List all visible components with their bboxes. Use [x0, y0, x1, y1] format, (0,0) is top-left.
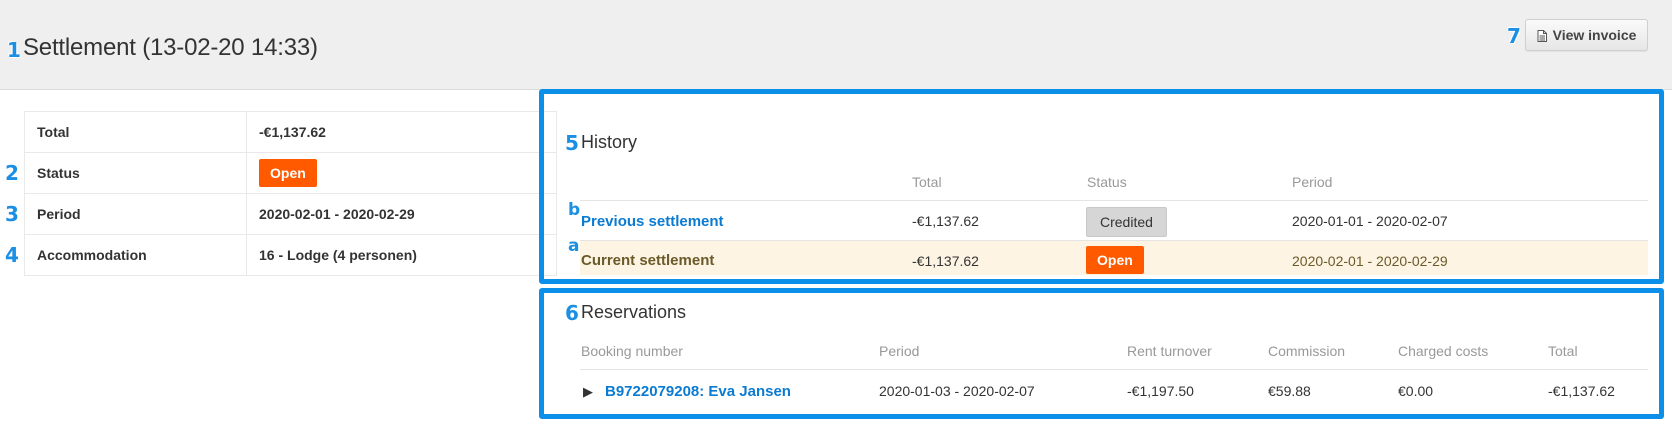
summary-row-total: Total -€1,137.62 — [24, 111, 557, 153]
summary-label-status: Status — [24, 152, 247, 194]
summary-status-cell: Open — [246, 152, 557, 194]
summary-value-accommodation: 16 - Lodge (4 personen) — [246, 234, 557, 276]
document-icon — [1537, 29, 1547, 42]
summary-value-period: 2020-02-01 - 2020-02-29 — [246, 193, 557, 235]
summary-row-accommodation: Accommodation 16 - Lodge (4 personen) — [24, 234, 557, 276]
summary-value-total: -€1,137.62 — [246, 111, 557, 153]
history-highlight-box — [539, 89, 1664, 284]
view-invoice-button[interactable]: View invoice — [1525, 19, 1648, 51]
annotation-marker-2: 2 — [5, 161, 19, 185]
summary-row-status: Status Open — [24, 152, 557, 194]
annotation-marker-3: 3 — [5, 202, 19, 226]
annotation-marker-1: 1 — [7, 38, 21, 62]
annotation-marker-7: 7 — [1507, 24, 1521, 48]
reservations-highlight-box — [539, 288, 1664, 419]
page-title: Settlement (13-02-20 14:33) — [23, 34, 318, 61]
summary-label-total: Total — [24, 111, 247, 153]
view-invoice-label: View invoice — [1552, 27, 1637, 43]
summary-label-period: Period — [24, 193, 247, 235]
page-header: 1 Settlement (13-02-20 14:33) 7 View inv… — [0, 0, 1672, 90]
settlement-summary-table: Total -€1,137.62 Status Open Period 2020… — [24, 111, 557, 276]
summary-row-period: Period 2020-02-01 - 2020-02-29 — [24, 193, 557, 235]
summary-label-accommodation: Accommodation — [24, 234, 247, 276]
settlement-page: 1 Settlement (13-02-20 14:33) 7 View inv… — [0, 0, 1672, 440]
status-badge: Open — [259, 159, 317, 187]
annotation-marker-4: 4 — [5, 243, 19, 267]
